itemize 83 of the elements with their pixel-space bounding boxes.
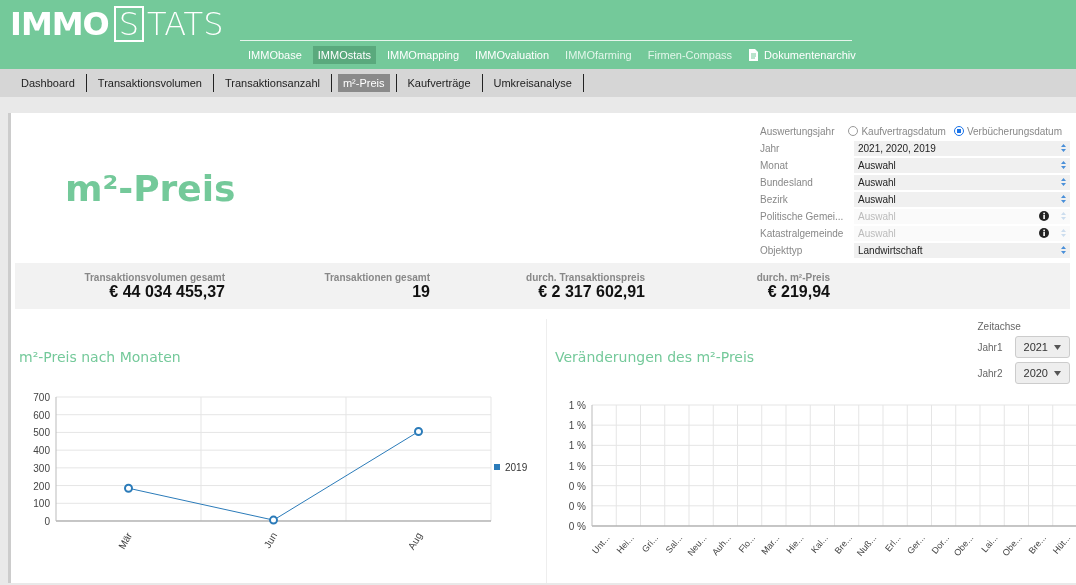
select-field[interactable]: Auswahl xyxy=(854,174,1070,190)
caret-icon xyxy=(1054,344,1061,350)
stat-label: Transaktionsvolumen gesamt xyxy=(84,271,225,283)
axis-tick-label: Sal... xyxy=(663,532,685,555)
stat-value: 19 xyxy=(412,282,430,301)
axis-tick-label: 0 % xyxy=(568,500,586,512)
sub-tab[interactable]: Dashboard xyxy=(16,74,80,92)
stat-value: € 2 317 602,91 xyxy=(538,282,645,301)
filter-label: Bundesland xyxy=(760,176,814,188)
axis-tick-label: Kal... xyxy=(809,532,830,555)
axis-tick-label: 400 xyxy=(33,445,50,457)
stat-value: € 219,94 xyxy=(767,282,830,301)
info-icon xyxy=(1039,228,1049,238)
data-point xyxy=(124,483,133,493)
legend-label: 2019 xyxy=(505,462,528,473)
year-select[interactable]: 2021 xyxy=(1014,336,1070,358)
axis-tick-label: 600 xyxy=(33,409,50,421)
axis-tick-label: 1 % xyxy=(568,420,586,432)
filter-label: Monat xyxy=(760,159,789,171)
nav-tab[interactable]: IMMObase xyxy=(243,46,307,64)
nav-tab[interactable]: IMMOstats xyxy=(312,46,376,64)
axis-tick-label: 100 xyxy=(33,498,50,510)
select-label: Jahr2 xyxy=(977,367,1003,379)
sub-tab[interactable]: Transaktionsvolumen xyxy=(92,74,207,92)
stat-label: durch. m²-Preis xyxy=(756,271,830,283)
axis-tick-label: 0 % xyxy=(568,521,586,532)
sub-tab[interactable]: Umkreisanalyse xyxy=(488,74,577,92)
chart-title: Veränderungen des m²-Preis xyxy=(555,349,756,365)
year-select[interactable]: 2020 xyxy=(1014,362,1070,384)
axis-tick-label: 0 % xyxy=(568,480,586,492)
axis-tick-label: Mär xyxy=(116,530,135,551)
data-point xyxy=(269,515,278,525)
nav-tab[interactable]: IMMOvaluation xyxy=(470,46,555,64)
spinner-icon xyxy=(1061,161,1066,169)
radio-option[interactable]: Kaufvertragsdatum xyxy=(848,125,946,137)
spinner-icon xyxy=(1061,178,1066,186)
document-icon xyxy=(748,49,759,61)
axis-tick-label: 1 % xyxy=(568,460,586,472)
axis-tick-label: Jun xyxy=(261,530,280,550)
sub-tab[interactable]: m²-Preis xyxy=(337,74,390,92)
axis-tick-label: Gri... xyxy=(639,532,661,555)
sub-tab[interactable]: Kaufverträge xyxy=(402,74,476,92)
filter-label: Bezirk xyxy=(760,193,789,205)
select-field[interactable]: Auswahl xyxy=(854,191,1070,207)
spinner-icon xyxy=(1061,246,1066,254)
select-label: Jahr1 xyxy=(977,341,1003,353)
data-point xyxy=(414,427,423,437)
axis-tick-label: 300 xyxy=(33,462,50,474)
axis-label: Zeitachse xyxy=(977,321,1022,332)
select-field[interactable]: 2021, 2020, 2019 xyxy=(854,140,1070,156)
stat-label: durch. Transaktionspreis xyxy=(526,271,645,283)
axis-tick-label: Lai... xyxy=(979,532,1000,555)
filter-label: Katastralgemeinde xyxy=(760,227,845,239)
filter-label: Politische Gemei... xyxy=(760,210,845,222)
chart-title: m²-Preis nach Monaten xyxy=(19,349,182,365)
axis-tick-label: 0 xyxy=(44,516,50,527)
radio-option[interactable]: Verbücherungsdatum xyxy=(953,125,1062,137)
stat-value: € 44 034 455,37 xyxy=(109,282,225,301)
axis-tick-label: 500 xyxy=(33,427,50,439)
sub-tab[interactable]: Transaktionsanzahl xyxy=(219,74,325,92)
nav-tab[interactable]: Dokumentenarchiv xyxy=(743,46,861,64)
info-icon xyxy=(1039,211,1049,221)
logo[interactable]: IMMO S TATS xyxy=(0,0,240,42)
filter-label: Objekttyp xyxy=(760,244,804,256)
select-field[interactable]: Auswahl xyxy=(854,157,1070,173)
axis-tick-label: 200 xyxy=(33,480,50,492)
axis-tick-label: 1 % xyxy=(568,400,586,411)
filter-label: Auswertungsjahr xyxy=(760,125,836,137)
spinner-icon xyxy=(1061,195,1066,203)
axis-tick-label: Flo... xyxy=(736,532,758,555)
axis-tick-label: 1 % xyxy=(568,440,586,452)
filter-label: Jahr xyxy=(760,142,781,154)
axis-tick-label: 700 xyxy=(33,392,50,403)
legend-swatch xyxy=(494,464,500,470)
spinner-icon xyxy=(1061,144,1066,152)
select-field[interactable]: Landwirtschaft xyxy=(854,242,1070,258)
page-title: m²-Preis xyxy=(65,168,236,209)
spinner-icon xyxy=(1061,229,1066,237)
axis-tick-label: Erl... xyxy=(883,532,903,554)
stat-label: Transaktionen gesamt xyxy=(324,271,430,283)
nav-tab[interactable]: IMMOmapping xyxy=(381,46,465,64)
spinner-icon xyxy=(1061,212,1066,220)
caret-icon xyxy=(1054,370,1061,376)
